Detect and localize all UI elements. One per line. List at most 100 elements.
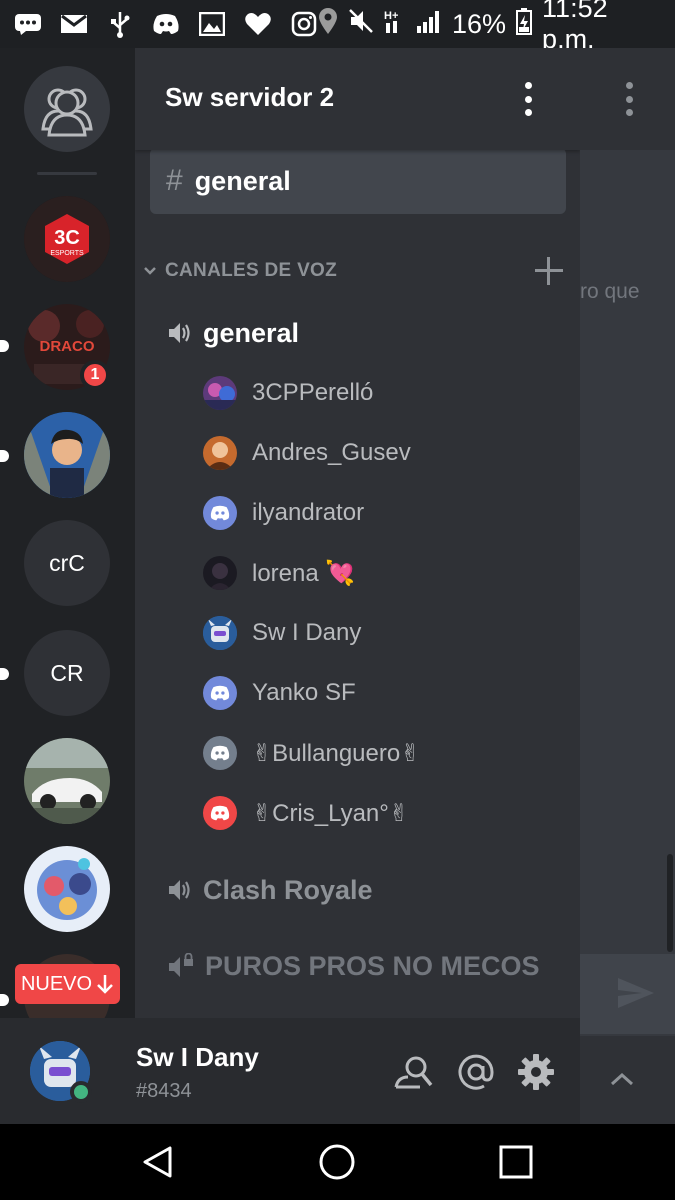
server-menu-icon[interactable] <box>525 82 533 116</box>
home-icon[interactable] <box>315 1140 359 1184</box>
svg-text:ESPORTS: ESPORTS <box>50 250 84 257</box>
send-icon[interactable] <box>616 976 656 1015</box>
rail-separator <box>37 172 97 175</box>
chat-bottom-bar <box>580 1036 675 1124</box>
user-name: Andres_Gusev <box>252 439 411 466</box>
server-cr[interactable]: CR <box>24 630 110 716</box>
user-panel: Sw I Dany #8434 <box>0 1018 580 1124</box>
server-header[interactable]: Sw servidor 2 <box>135 48 580 150</box>
direct-messages-button[interactable] <box>24 66 110 152</box>
3c-esports-logo: 3C ESPORTS <box>24 196 110 282</box>
voice-user[interactable]: ilyandrator <box>203 493 364 533</box>
voice-channel-name: general <box>203 317 300 348</box>
arrow-down-icon <box>97 975 113 994</box>
category-label: CANALES DE VOZ <box>165 260 338 281</box>
battery-percent: 16% <box>452 8 507 39</box>
heart-icon <box>244 10 272 38</box>
user-name: ✌Cris_Lyan°✌ <box>252 799 409 827</box>
channel-panel: Sw servidor 2 # general CANALES DE VOZ g… <box>135 48 580 1018</box>
user-name: Yanko SF <box>252 679 356 706</box>
voice-channel-name: Clash Royale <box>203 874 373 905</box>
unread-indicator <box>0 450 9 462</box>
svg-text:H+: H+ <box>384 10 398 22</box>
server-3c-esports[interactable]: 3C ESPORTS <box>24 196 110 282</box>
location-icon <box>318 7 338 42</box>
discord-avatar-icon <box>203 496 237 530</box>
server-avatar[interactable] <box>24 412 110 498</box>
status-bar: H+ 16% 11:52 p.m. <box>0 0 675 54</box>
battery-icon <box>516 7 533 42</box>
unread-indicator <box>0 668 9 680</box>
new-unreads-button[interactable]: NUEVO <box>15 964 120 1004</box>
find-friends-icon[interactable] <box>394 1052 434 1092</box>
server-name: Sw servidor 2 <box>165 82 335 112</box>
chat-overflow-menu-icon[interactable] <box>626 82 634 116</box>
hash-icon: # <box>166 164 183 197</box>
voice-channel-clash-royale[interactable]: Clash Royale <box>167 870 373 910</box>
user-avatar <box>203 376 237 410</box>
robot-avatar-icon <box>203 616 237 650</box>
mute-icon <box>348 8 374 41</box>
car-photo <box>24 738 110 824</box>
add-channel-icon[interactable] <box>535 257 563 285</box>
instagram-icon <box>290 10 318 38</box>
current-user-discriminator: #8434 <box>136 1080 192 1102</box>
online-status-indicator <box>70 1081 92 1103</box>
recents-icon[interactable] <box>494 1140 538 1184</box>
voice-user[interactable]: Sw I Dany <box>203 613 361 653</box>
signal-icon <box>416 8 442 41</box>
unread-indicator <box>0 994 9 1006</box>
game-art <box>24 846 110 932</box>
unread-indicator <box>0 340 9 352</box>
voice-user[interactable]: 3CPPerelló <box>203 373 373 413</box>
voice-category-header[interactable]: CANALES DE VOZ <box>143 256 563 286</box>
svg-text:DRACO: DRACO <box>40 338 95 355</box>
user-name: Sw I Dany <box>252 619 362 646</box>
server-game[interactable] <box>24 846 110 932</box>
current-username: Sw I Dany <box>136 1042 259 1072</box>
chat-message-snippet: ro que <box>580 280 640 303</box>
speaker-icon <box>169 880 190 900</box>
mentions-icon[interactable] <box>456 1052 496 1092</box>
voice-user[interactable]: ✌Cris_Lyan°✌ <box>203 793 409 833</box>
back-icon[interactable] <box>136 1140 180 1184</box>
chat-input-area[interactable] <box>580 954 675 1034</box>
settings-gear-icon[interactable] <box>516 1052 556 1092</box>
android-nav-bar <box>0 1124 675 1200</box>
network-icon: H+ <box>384 8 406 41</box>
voice-channel-general[interactable]: general <box>167 313 299 353</box>
voice-user[interactable]: Andres_Gusev <box>203 433 411 473</box>
discord-icon <box>152 10 180 38</box>
voice-channel-locked[interactable]: PUROS PROS NO MECOS <box>167 946 540 986</box>
chat-scrollbar[interactable] <box>667 854 673 952</box>
mention-badge: 1 <box>80 360 110 390</box>
voice-user[interactable]: lorena 💘 <box>203 553 355 593</box>
user-avatar <box>203 436 237 470</box>
new-label: NUEVO <box>20 972 93 995</box>
chevron-down-icon <box>144 267 156 275</box>
locked-speaker-icon <box>169 953 193 977</box>
message-icon <box>14 10 42 38</box>
voice-channel-name: PUROS PROS NO MECOS <box>205 950 540 981</box>
server-crc[interactable]: crC <box>24 520 110 606</box>
user-name: ✌Bullanguero✌ <box>252 739 421 767</box>
voice-user[interactable]: Yanko SF <box>203 673 356 713</box>
user-name: lorena 💘 <box>252 559 356 587</box>
user-avatar <box>203 556 237 590</box>
user-name: 3CPPerelló <box>252 379 374 406</box>
friends-icon <box>41 88 93 137</box>
svg-text:3C: 3C <box>54 227 80 249</box>
gmail-icon <box>60 10 88 38</box>
chevron-up-icon[interactable] <box>610 1072 634 1086</box>
channel-name: general <box>194 165 291 196</box>
voice-user[interactable]: ✌Bullanguero✌ <box>203 733 420 773</box>
text-channel-general[interactable]: # general <box>150 148 566 214</box>
chat-header <box>580 48 675 150</box>
speaker-icon <box>169 323 190 343</box>
discord-avatar-icon <box>203 736 237 770</box>
chat-area: ro que <box>580 48 675 1124</box>
usb-icon <box>106 10 134 38</box>
discord-avatar-icon <box>203 796 237 830</box>
server-rail: 3C ESPORTS DRACO 1 crC CR NUEVO <box>0 48 135 1018</box>
server-car[interactable] <box>24 738 110 824</box>
